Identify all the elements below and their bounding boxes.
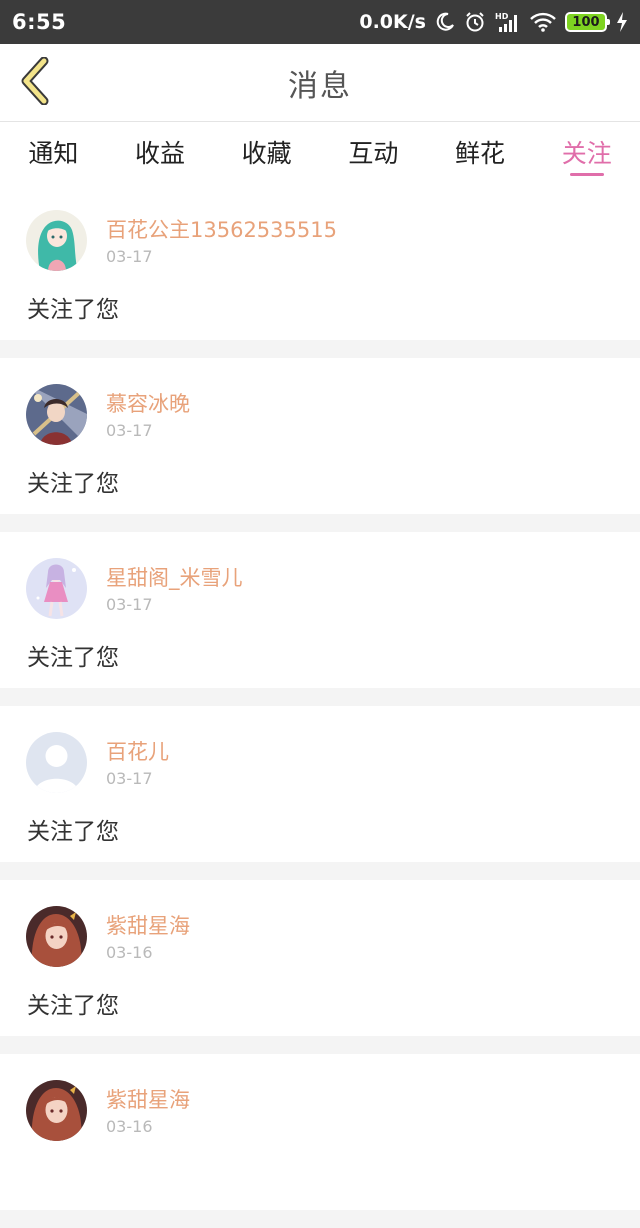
default-user-avatar[interactable] (26, 732, 87, 793)
notification-date: 03-17 (106, 769, 153, 788)
list-item[interactable]: 紫甜星海 03-16 (0, 1054, 640, 1210)
tab-bar: 通知 收益 收藏 互动 鲜花 关注 (0, 122, 640, 184)
notification-date: 03-16 (106, 1117, 153, 1136)
moon-icon (435, 12, 455, 32)
tab-notice[interactable]: 通知 (0, 122, 107, 184)
notification-list: 百花公主13562535515 03-17 关注了您 慕容冰晚 03-17 关注… (0, 184, 640, 1228)
charging-icon (616, 12, 628, 32)
tab-label: 互动 (348, 139, 399, 168)
tab-label: 收益 (135, 139, 186, 168)
username[interactable]: 紫甜星海 (106, 910, 190, 940)
active-tab-indicator (569, 173, 604, 176)
notification-message: 关注了您 (27, 297, 119, 323)
username[interactable]: 星甜阁_米雪儿 (106, 562, 243, 592)
list-item[interactable]: 百花公主13562535515 03-17 关注了您 (0, 184, 640, 340)
username[interactable]: 慕容冰晚 (106, 388, 190, 418)
anime-warrior-avatar[interactable] (26, 384, 87, 445)
notification-message: 关注了您 (27, 993, 119, 1019)
tab-flowers[interactable]: 鲜花 (427, 122, 534, 184)
anime-girl-red-hair-avatar[interactable] (26, 1080, 87, 1141)
tab-label: 通知 (28, 139, 79, 168)
anime-girl-red-hair-avatar[interactable] (26, 906, 87, 967)
anime-girl-lavender-avatar[interactable] (26, 558, 87, 619)
notification-date: 03-17 (106, 421, 153, 440)
status-bar: 6:55 0.0K/s HD 100 (0, 0, 640, 44)
tab-label: 收藏 (241, 139, 292, 168)
notification-message: 关注了您 (27, 819, 119, 845)
tab-favorites[interactable]: 收藏 (213, 122, 320, 184)
anime-girl-teal-hair-avatar[interactable] (26, 210, 87, 271)
list-item[interactable]: 星甜阁_米雪儿 03-17 关注了您 (0, 532, 640, 688)
tab-interactions[interactable]: 互动 (320, 122, 427, 184)
notification-message: 关注了您 (27, 471, 119, 497)
network-speed: 0.0K/s (359, 11, 426, 33)
tab-label: 鲜花 (455, 139, 506, 168)
notification-date: 03-17 (106, 247, 153, 266)
alarm-icon (464, 11, 486, 33)
notification-message: 关注了您 (27, 645, 119, 671)
back-button[interactable] (10, 56, 60, 110)
wifi-icon (530, 12, 556, 32)
list-item[interactable]: 紫甜星海 03-16 关注了您 (0, 880, 640, 1036)
svg-text:HD: HD (495, 12, 509, 21)
status-time: 6:55 (12, 10, 67, 34)
notification-date: 03-16 (106, 943, 153, 962)
tab-earnings[interactable]: 收益 (107, 122, 214, 184)
username[interactable]: 百花儿 (106, 736, 169, 766)
tab-label: 关注 (561, 139, 612, 168)
chevron-left-icon (18, 56, 52, 109)
battery-icon: 100 (565, 12, 610, 32)
username[interactable]: 百花公主13562535515 (106, 214, 337, 244)
hd-signal-icon: HD (495, 11, 521, 33)
username[interactable]: 紫甜星海 (106, 1084, 190, 1114)
list-item[interactable]: 慕容冰晚 03-17 关注了您 (0, 358, 640, 514)
status-icons: 0.0K/s HD 100 (359, 11, 628, 33)
list-item[interactable]: 百花儿 03-17 关注了您 (0, 706, 640, 862)
notification-date: 03-17 (106, 595, 153, 614)
page-title: 消息 (288, 68, 352, 104)
app-header: 消息 (0, 44, 640, 122)
tab-follows[interactable]: 关注 (533, 122, 640, 184)
